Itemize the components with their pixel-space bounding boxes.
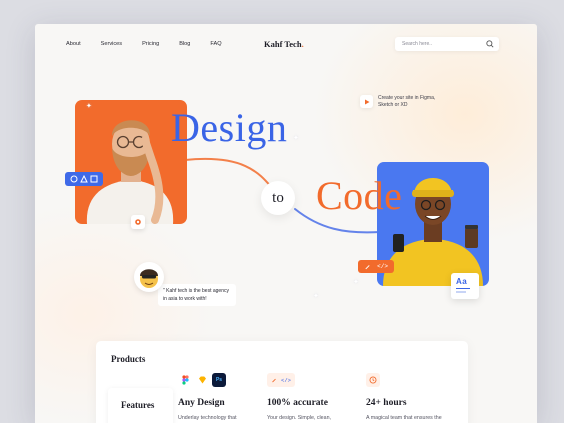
pen-code-icons: </> (267, 373, 295, 387)
code-tool-badge: </> (358, 260, 394, 273)
square-icon (90, 175, 98, 183)
photoshop-icon: Ps (212, 373, 226, 387)
headline-design: Design (171, 105, 288, 150)
figma-icon (178, 373, 192, 387)
play-icon (364, 99, 369, 104)
headline-to: to (261, 181, 295, 215)
star-icon (135, 219, 141, 225)
clock-icons (366, 372, 446, 388)
emoji-avatar (140, 269, 158, 288)
sparkle-icon: ✦ (86, 103, 92, 110)
pen-icon (365, 265, 370, 270)
testimonial-quote: " Kahf tech is the best agency in asia t… (158, 284, 236, 306)
sparkle-icon: ✦ (313, 293, 319, 300)
typography-badge: Aa (451, 273, 479, 299)
typography-icon: Aa (456, 277, 468, 286)
code-icon: </> (377, 263, 388, 270)
code-icon: </> (281, 376, 291, 384)
feature-title: 100% accurate (267, 398, 328, 408)
features-sidebar: Products Features (108, 344, 177, 423)
code-icons: </> (267, 372, 347, 388)
feature-desc: A magical team that ensures the conversi… (366, 415, 442, 421)
feature-title: 24+ hours (366, 398, 407, 408)
figma-note-text: Create your site in Figma, Sketch or XD (378, 95, 436, 108)
headline-code: Code (316, 173, 403, 218)
design-tools-icons: Ps (178, 372, 258, 388)
figma-note: Create your site in Figma, Sketch or XD (360, 95, 448, 109)
circle-icon (70, 175, 78, 183)
shapes-tool-badge (65, 172, 103, 186)
feature-any-design: Ps Any Design Underlay technology that t… (178, 372, 258, 423)
sparkle-icon: ✦ (353, 279, 359, 286)
feature-accurate: </> 100% accurate Your design. Simple, c… (267, 372, 347, 423)
sparkle-badge (131, 215, 145, 229)
avatar (134, 262, 164, 292)
sketch-icon (195, 373, 209, 387)
feature-desc: Your design. Simple, clean, semantic cod… (267, 415, 331, 421)
tab-products[interactable]: Products (111, 354, 145, 364)
sparkle-icon: ✦ (293, 135, 299, 142)
text-line (456, 288, 470, 290)
triangle-icon (80, 175, 88, 183)
play-button[interactable] (360, 95, 373, 108)
pen-icon (272, 378, 276, 383)
feature-desc: Underlay technology that translates desi… (178, 415, 237, 421)
text-line (456, 291, 466, 293)
clock-icon (366, 373, 380, 387)
landing-page: About Services Pricing Blog FAQ Kahf Tec… (35, 24, 537, 423)
feature-hours: 24+ hours A magical team that ensures th… (366, 372, 446, 423)
feature-title: Any Design (178, 398, 225, 408)
tab-features[interactable]: Features (108, 388, 173, 423)
